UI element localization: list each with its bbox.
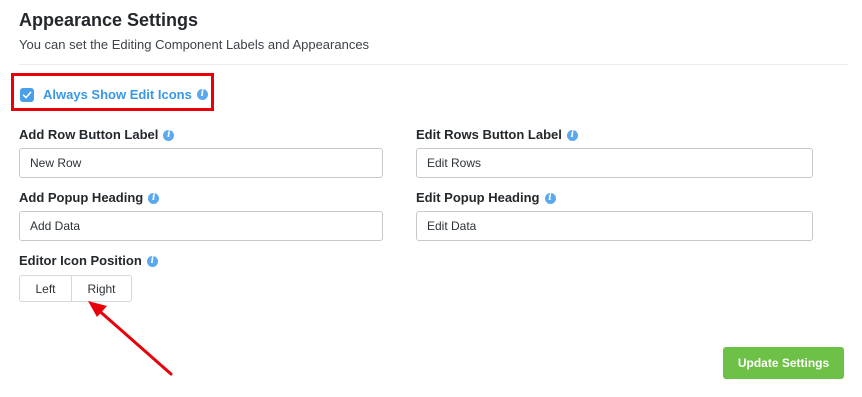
update-settings-button[interactable]: Update Settings <box>723 347 844 379</box>
annotation-arrow <box>88 301 173 376</box>
